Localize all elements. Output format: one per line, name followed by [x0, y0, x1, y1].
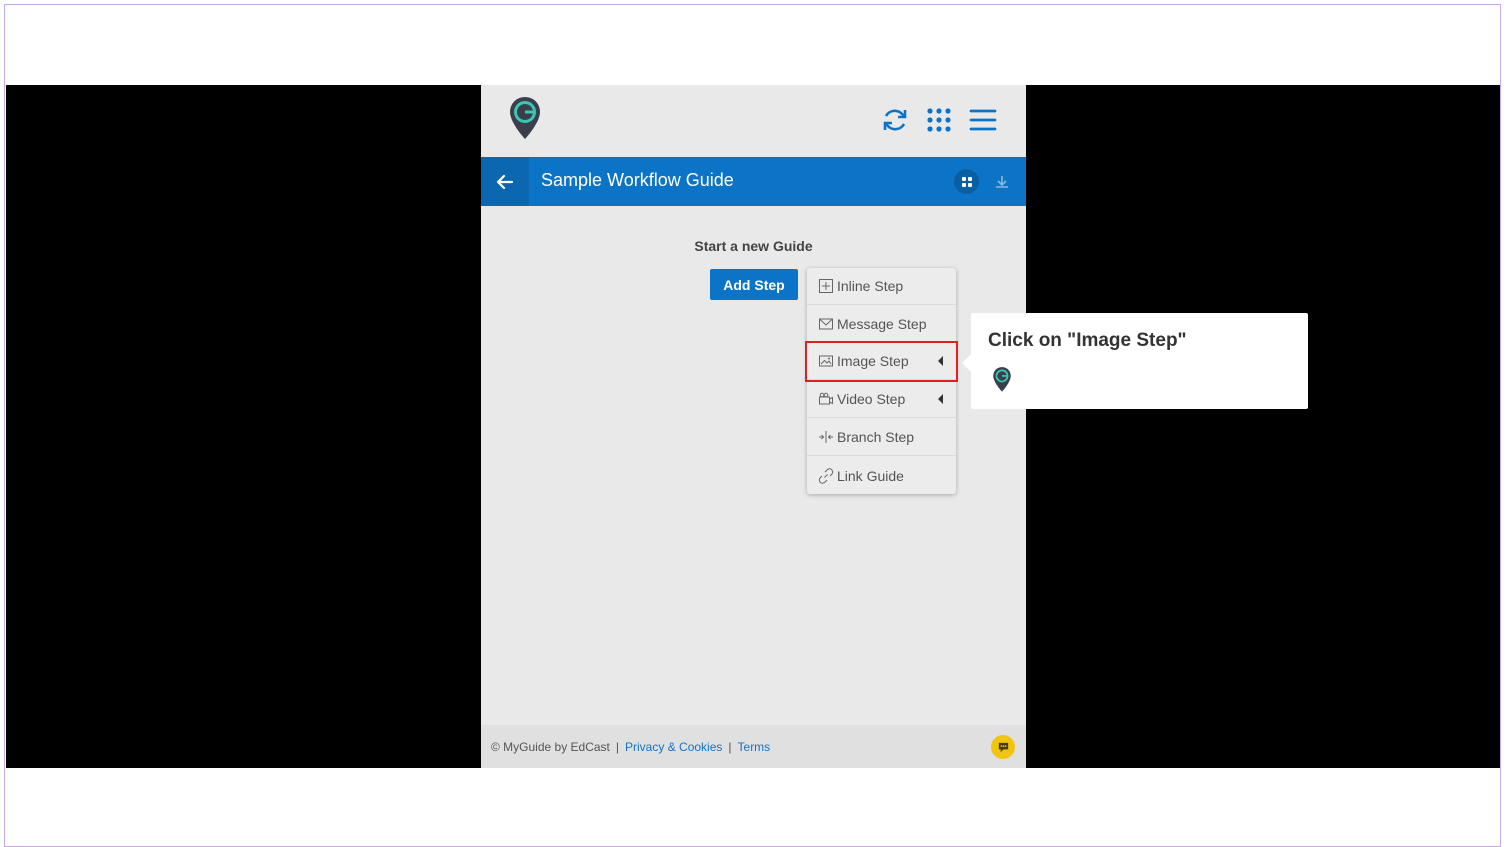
back-button[interactable]: [481, 157, 529, 206]
tooltip-arrow: [962, 354, 971, 372]
apps-grid-icon[interactable]: [924, 105, 954, 135]
chevron-left-icon: [938, 394, 943, 404]
menu-item-label: Inline Step: [837, 278, 904, 294]
menu-item-label: Video Step: [837, 391, 906, 407]
chat-button[interactable]: [991, 735, 1015, 759]
menu-item-message-step[interactable]: Message Step: [807, 306, 956, 343]
menu-item-label: Message Step: [837, 316, 927, 332]
chat-bubble-icon: [998, 742, 1008, 752]
chevron-left-icon: [938, 356, 943, 366]
guide-title: Sample Workflow Guide: [541, 170, 734, 190]
hamburger-menu-icon[interactable]: [968, 105, 998, 135]
menu-item-label: Branch Step: [837, 429, 915, 445]
plus-square-icon: [818, 278, 834, 294]
add-step-button[interactable]: Add Step: [710, 269, 798, 300]
download-button[interactable]: [989, 169, 1014, 194]
envelope-icon: [818, 316, 834, 332]
menu-item-label: Link Guide: [837, 467, 904, 484]
menu-item-video-step[interactable]: Video Step: [807, 381, 956, 418]
start-guide-text: Start a new Guide: [694, 238, 813, 254]
instruction-tooltip: Click on "Image Step": [962, 313, 1308, 409]
myguide-pin-icon: [992, 366, 1012, 394]
refresh-icon[interactable]: [880, 105, 910, 135]
privacy-link[interactable]: Privacy & Cookies: [625, 740, 722, 754]
arrow-left-icon: [496, 174, 514, 189]
add-step-menu: Inline Step Message Step Image Step Vide…: [805, 268, 958, 494]
tooltip-text: Click on "Image Step": [988, 330, 1187, 351]
download-icon: [995, 175, 1008, 188]
myguide-panel: Sample Workflow Guide Start a new Guide …: [481, 85, 1026, 768]
terms-link[interactable]: Terms: [738, 740, 771, 754]
guide-header: Sample Workflow Guide: [481, 157, 1026, 206]
grid-icon: [961, 176, 972, 187]
menu-item-label: Image Step: [837, 353, 909, 369]
grid-view-button[interactable]: [954, 169, 979, 194]
image-icon: [818, 353, 834, 369]
menu-item-branch-step[interactable]: Branch Step: [807, 419, 956, 456]
menu-item-inline-step[interactable]: Inline Step: [807, 268, 956, 305]
footer-separator: |: [615, 740, 620, 754]
copyright-text: © MyGuide by EdCast: [491, 740, 610, 754]
footer-separator: |: [728, 740, 732, 754]
panel-topbar: [481, 85, 1026, 157]
link-icon: [818, 467, 834, 484]
panel-footer: © MyGuide by EdCast | Privacy & Cookies | Te…: [481, 725, 1026, 768]
video-camera-icon: [818, 391, 834, 407]
branch-icon: [818, 429, 834, 445]
footer-links: © MyGuide by EdCast | Privacy & Cookies | Te…: [491, 740, 770, 754]
myguide-logo-icon: [508, 95, 542, 143]
menu-item-link-guide[interactable]: Link Guide: [807, 457, 956, 494]
menu-item-image-step[interactable]: Image Step: [805, 341, 958, 382]
